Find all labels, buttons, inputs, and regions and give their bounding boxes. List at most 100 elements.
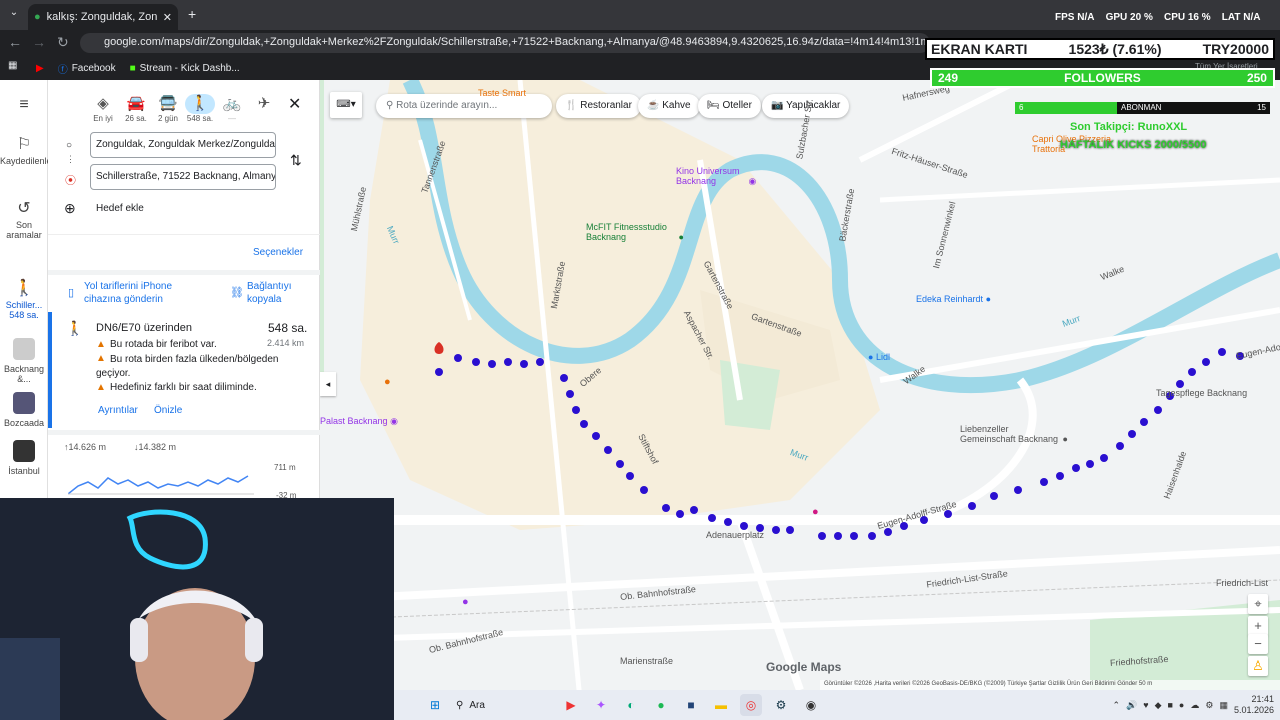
poi-liebenzeller[interactable]: Liebenzeller Gemeinschaft Backnang ● [960,424,1068,444]
divider [48,430,320,435]
reload-icon[interactable]: ↻ [57,34,69,51]
taskbar-search[interactable]: ⚲ Ara [456,694,556,716]
my-location-button[interactable]: ⌖ [1248,594,1268,614]
route-dots-icon: ⋮ [66,154,75,164]
elevation-max: 711 m [274,463,296,472]
route-dot [572,406,580,414]
mode-walking[interactable]: 🚶 548 sa. [185,94,215,123]
route-dot [604,446,612,454]
app-icon-obs[interactable]: ◉ [800,694,822,716]
send-to-phone-button[interactable]: Yol tariflerini iPhone cihazına gönderin [84,280,194,306]
poi-pin-icon[interactable]: ● [812,506,819,518]
route-dot [1202,358,1210,366]
route-dot [772,526,780,534]
chip-hotels[interactable]: 🛏 Oteller [698,94,761,118]
forward-icon[interactable]: → [32,34,46,50]
swap-icon[interactable]: ⇅ [290,152,302,169]
poi-taste-smart[interactable]: Taste Smart [478,88,526,98]
network-icon: ▦ [1219,699,1228,710]
back-icon[interactable]: ← [8,34,22,50]
app-icon-explorer[interactable]: ▬ [710,694,732,716]
route-option-selected[interactable]: 🚶 DN6/E70 üzerinden 548 sa. 2.414 km ▲ B… [48,312,320,428]
rail-label: Son aramalar [6,220,42,240]
destination-input[interactable]: Schillerstraße, 71522 Backnang, Almanya [90,164,276,190]
address-bar[interactable]: google.com/maps/dir/Zonguldak,+Zonguldak… [80,33,930,53]
app-icon-chrome[interactable]: ◎ [740,694,762,716]
app-icon-store[interactable]: ■ [680,694,702,716]
restaurant-pin-icon[interactable]: ● [384,376,391,388]
add-destination-button[interactable]: Hedef ekle [96,203,144,214]
restaurant-icon: 🍴 [565,100,578,111]
preview-button[interactable]: Önizle [154,405,182,416]
recent-button[interactable]: ↺ Son aramalar [0,198,48,240]
chip-restaurants[interactable]: 🍴 Restoranlar [556,94,641,118]
tray-app-icon: ● [1178,700,1185,710]
route-dot [1188,368,1196,376]
tab-strip: ⌄ ● kalkış: Zonguldak, Zonguldak M ✕ + F… [0,0,1280,30]
route-dot [1176,380,1184,388]
options-button[interactable]: Seçenekler [253,247,303,258]
youtube-bookmark[interactable]: ▶ [36,63,44,74]
mode-car[interactable]: 🚘 26 sa. [121,94,151,123]
system-tray[interactable]: ⌃ 🔊 ♥ ◆ ■ ● ☁ ⚙ ▦ 21:41 5.01.2026 [1112,694,1280,716]
recent-item-istanbul[interactable]: İstanbul [0,440,48,476]
divider [48,270,320,275]
copy-link-button[interactable]: Bağlantıyı kopyala [247,280,317,306]
chip-coffee[interactable]: ☕ Kahve [638,94,700,118]
new-tab-button[interactable]: + [188,6,196,22]
mode-best[interactable]: ◈ En iyi [88,94,118,123]
route-dot [1140,418,1148,426]
route-dot [662,504,670,512]
start-button[interactable]: ⊞ [424,694,446,716]
app-icon-edge[interactable]: ◐ [620,694,642,716]
app-icon-spotify[interactable]: ● [650,694,672,716]
poi-edeka[interactable]: Edeka Reinhardt ● [916,294,991,304]
map-canvas[interactable]: ⌨▾ ⚲ Rota üzerinde arayın... 🍴 Restoranl… [320,80,1280,690]
recent-item-backnang[interactable]: Backnang &... [0,338,48,384]
poi-pin-icon[interactable]: ● [462,596,469,608]
tray-app-icon: ☁ [1190,699,1200,710]
poi-palast[interactable]: Palast Backnang ◉ [320,416,398,427]
bookmark-icon: ⚐ [16,136,32,153]
followers-target: 250 [1246,71,1267,85]
mode-bicycle[interactable]: 🚲 — [217,94,247,123]
app-icon-media[interactable]: ▶ [560,694,582,716]
place-label: Adenauerplatz [706,530,765,540]
recent-item-schiller[interactable]: 🚶 Schiller... 548 sa. [0,278,48,320]
subscriber-progress-fill [1015,102,1117,114]
app-icon-copilot[interactable]: ✦ [590,694,612,716]
kick-bookmark[interactable]: ■ Stream - Kick Dashb... [130,63,240,74]
facebook-bookmark[interactable]: ⓕ Facebook [58,61,116,76]
clock[interactable]: 21:41 5.01.2026 [1234,694,1274,716]
poi-lidl[interactable]: ● Lidl [868,352,890,362]
saved-button[interactable]: ⚐ Kaydedilenler [0,134,55,166]
fps-value: N/A [1077,12,1095,23]
route-dot [592,432,600,440]
poi-mcfit[interactable]: McFIT Fitnessstudio Backnang ● [586,222,684,242]
poi-tages[interactable]: Tagespflege Backnang [1156,388,1247,398]
my-location-icon: ⌖ [1254,596,1262,611]
fps-label: FPS [1055,12,1075,23]
mode-flight[interactable]: ✈ [249,94,279,114]
maps-favicon-icon: ● [34,11,41,23]
menu-button[interactable]: ≡ [0,96,48,116]
poi-kino[interactable]: Kino Universum Backnang ◉ [676,166,756,187]
origin-input[interactable]: Zonguldak, Zonguldak Merkez/Zonguldak [90,132,276,158]
close-tab-icon[interactable]: ✕ [163,11,172,24]
app-icon-steam[interactable]: ⚙ [770,694,792,716]
zoom-out-button[interactable]: − [1248,634,1268,654]
apps-icon[interactable]: ▦ [8,60,17,71]
collapse-panel-button[interactable]: ◂ [320,372,336,396]
browser-tab[interactable]: ● kalkış: Zonguldak, Zonguldak M ✕ [28,4,178,30]
recent-item-bozcaada[interactable]: Bozcaada [0,392,48,428]
mode-transit[interactable]: 🚍 2 gün [153,94,183,123]
layers-toggle[interactable]: ⌨▾ [330,92,362,118]
tab-list-button[interactable]: ⌄ [6,7,22,23]
details-button[interactable]: Ayrıntılar [98,405,138,416]
add-destination-icon[interactable]: ⊕ [64,200,76,217]
zoom-in-button[interactable]: + [1248,616,1268,636]
street-view-button[interactable]: ♙ [1248,656,1268,676]
church-icon: ● [1062,434,1068,444]
close-directions-icon[interactable]: ✕ [288,94,301,114]
warning-timezone: Hedefiniz farklı bir saat diliminde. [110,382,257,393]
